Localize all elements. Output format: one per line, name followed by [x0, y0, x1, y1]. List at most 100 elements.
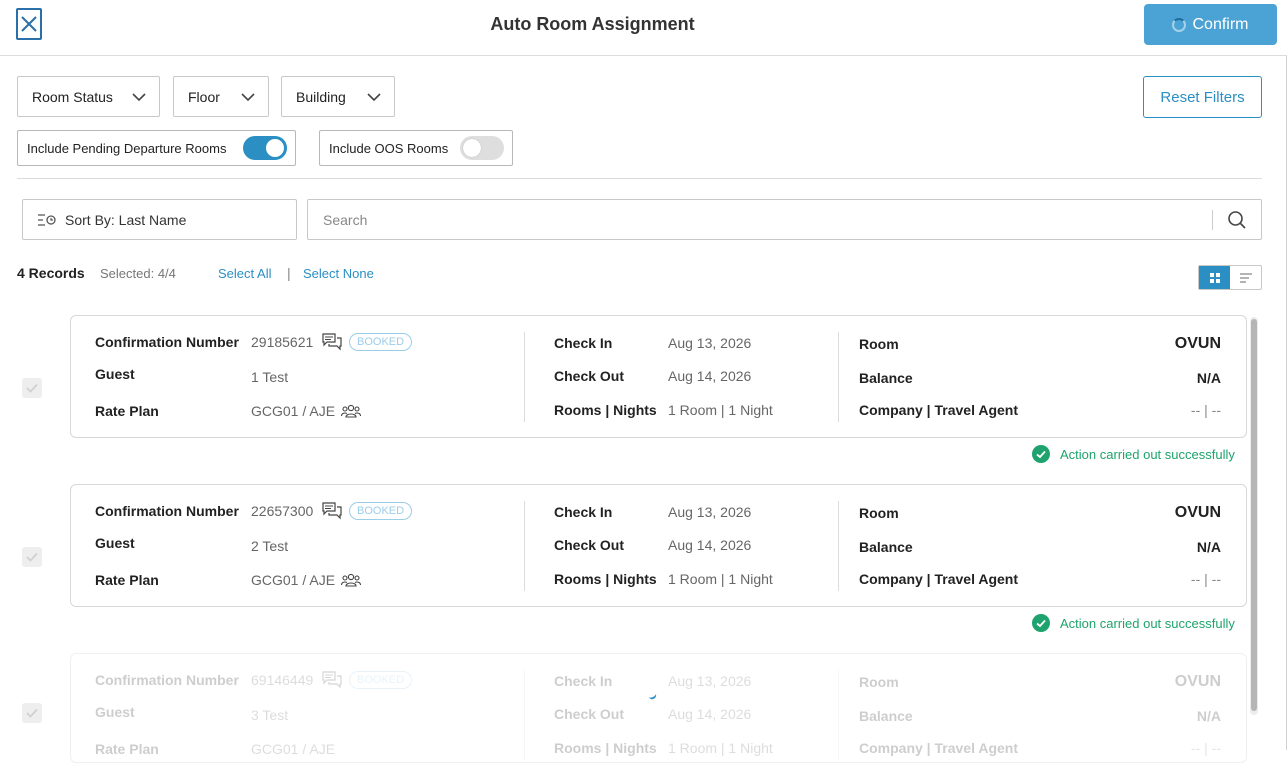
- success-text: Action carried out successfully: [1060, 615, 1235, 631]
- checkmark-icon: [26, 708, 38, 718]
- search-icon[interactable]: [1227, 210, 1247, 230]
- dialog-header: Auto Room Assignment Confirm: [0, 0, 1287, 56]
- list-icon: [1239, 272, 1252, 283]
- company-value: -- | --: [1190, 402, 1221, 418]
- reservation-card[interactable]: Confirmation Number 22657300 BOOKED Gues…: [70, 484, 1247, 607]
- room-value: OVUN: [1174, 673, 1221, 690]
- grid-view-button[interactable]: [1199, 266, 1231, 289]
- company-value: -- | --: [1190, 740, 1221, 756]
- select-none-link[interactable]: Select None: [303, 266, 374, 281]
- success-check-icon: [1032, 445, 1050, 463]
- comments-icon[interactable]: [322, 502, 342, 520]
- balance-label: Balance: [859, 370, 913, 386]
- check-in-value: Aug 13, 2026: [668, 673, 752, 689]
- floor-label: Floor: [188, 88, 220, 105]
- sort-icon: [38, 213, 56, 226]
- guest-label: Guest: [95, 535, 135, 551]
- column-divider: [838, 332, 839, 422]
- chevron-down-icon: [241, 93, 255, 102]
- room-value: OVUN: [1174, 504, 1221, 521]
- pending-departure-label: Include Pending Departure Rooms: [27, 140, 227, 156]
- rooms-nights-label: Rooms | Nights: [554, 740, 657, 756]
- search-box: [307, 199, 1262, 240]
- reservation-card[interactable]: Confirmation Number 29185621 BOOKED Gues…: [70, 315, 1247, 438]
- comments-icon[interactable]: [322, 671, 342, 689]
- row-checkbox[interactable]: [22, 703, 42, 723]
- confirmation-number-label: Confirmation Number: [95, 672, 239, 688]
- status-badge: BOOKED: [349, 333, 413, 351]
- check-out-value: Aug 14, 2026: [668, 368, 752, 384]
- check-in-label: Check In: [554, 504, 613, 520]
- room-status-dropdown[interactable]: Room Status: [17, 76, 160, 117]
- sort-dropdown[interactable]: Sort By: Last Name: [22, 199, 297, 240]
- success-check-icon: [1032, 614, 1050, 632]
- sort-label: Sort By: Last Name: [65, 211, 187, 228]
- room-label: Room: [859, 674, 899, 690]
- check-out-label: Check Out: [554, 368, 625, 384]
- balance-value: N/A: [1196, 539, 1221, 555]
- column-divider: [524, 332, 525, 422]
- switch-knob: [266, 139, 284, 157]
- rate-plan-label: Rate Plan: [95, 403, 159, 419]
- confirmation-number-value: 29185621: [251, 334, 314, 350]
- select-all-link[interactable]: Select All: [218, 266, 271, 281]
- check-out-label: Check Out: [554, 537, 625, 553]
- filters-divider: [17, 178, 1262, 179]
- confirm-button[interactable]: Confirm: [1144, 4, 1277, 45]
- switch-knob: [463, 139, 481, 157]
- balance-label: Balance: [859, 539, 913, 555]
- rate-plan-value: GCG01 / AJE: [251, 741, 336, 757]
- row-checkbox[interactable]: [22, 547, 42, 567]
- rate-plan-value: GCG01 / AJE: [251, 403, 336, 419]
- chevron-down-icon: [367, 93, 381, 102]
- grid-icon: [1209, 272, 1220, 283]
- guest-label: Guest: [95, 704, 135, 720]
- building-dropdown[interactable]: Building: [281, 76, 395, 117]
- checkmark-icon: [26, 552, 38, 562]
- check-in-value: Aug 13, 2026: [668, 504, 752, 520]
- check-in-label: Check In: [554, 673, 613, 689]
- guest-label: Guest: [95, 366, 135, 382]
- check-in-label: Check In: [554, 335, 613, 351]
- page-title: Auto Room Assignment: [490, 14, 695, 34]
- room-status-label: Room Status: [32, 88, 113, 105]
- chevron-down-icon: [132, 93, 146, 102]
- status-badge: BOOKED: [349, 671, 413, 689]
- balance-value: N/A: [1196, 708, 1221, 724]
- success-message: Action carried out successfully: [1032, 613, 1235, 633]
- room-label: Room: [859, 336, 899, 352]
- reservation-card[interactable]: Confirmation Number 69146449 BOOKED Gues…: [70, 653, 1247, 763]
- scrollbar-thumb[interactable]: [1251, 319, 1257, 711]
- confirmation-number-value: 69146449: [251, 672, 314, 688]
- rooms-nights-label: Rooms | Nights: [554, 402, 657, 418]
- row-checkbox[interactable]: [22, 378, 42, 398]
- rate-plan-label: Rate Plan: [95, 572, 159, 588]
- rate-plan-value: GCG01 / AJE: [251, 572, 336, 588]
- guest-value: 1 Test: [251, 369, 289, 385]
- rooms-nights-value: 1 Room | 1 Night: [668, 402, 773, 418]
- pending-departure-toggle-box: Include Pending Departure Rooms: [17, 130, 296, 166]
- pending-departure-switch[interactable]: [243, 136, 287, 160]
- comments-icon[interactable]: [322, 333, 342, 351]
- list-view-button[interactable]: [1230, 266, 1261, 289]
- search-input[interactable]: [309, 201, 1209, 238]
- check-out-value: Aug 14, 2026: [668, 706, 752, 722]
- confirmation-number-value: 22657300: [251, 503, 314, 519]
- oos-switch[interactable]: [460, 136, 504, 160]
- search-divider: [1212, 210, 1213, 230]
- balance-label: Balance: [859, 708, 913, 724]
- column-divider: [524, 501, 525, 591]
- confirm-label: Confirm: [1192, 15, 1249, 33]
- link-separator: |: [287, 265, 291, 281]
- floor-dropdown[interactable]: Floor: [173, 76, 269, 117]
- group-icon: [341, 404, 361, 418]
- records-count: 4 Records: [17, 265, 85, 281]
- view-toggle: [1198, 265, 1262, 290]
- room-label: Room: [859, 505, 899, 521]
- reset-filters-button[interactable]: Reset Filters: [1143, 76, 1262, 118]
- company-label: Company | Travel Agent: [859, 402, 1018, 418]
- check-in-value: Aug 13, 2026: [668, 335, 752, 351]
- rooms-nights-label: Rooms | Nights: [554, 571, 657, 587]
- success-message: Action carried out successfully: [1032, 444, 1235, 464]
- column-divider: [524, 670, 525, 760]
